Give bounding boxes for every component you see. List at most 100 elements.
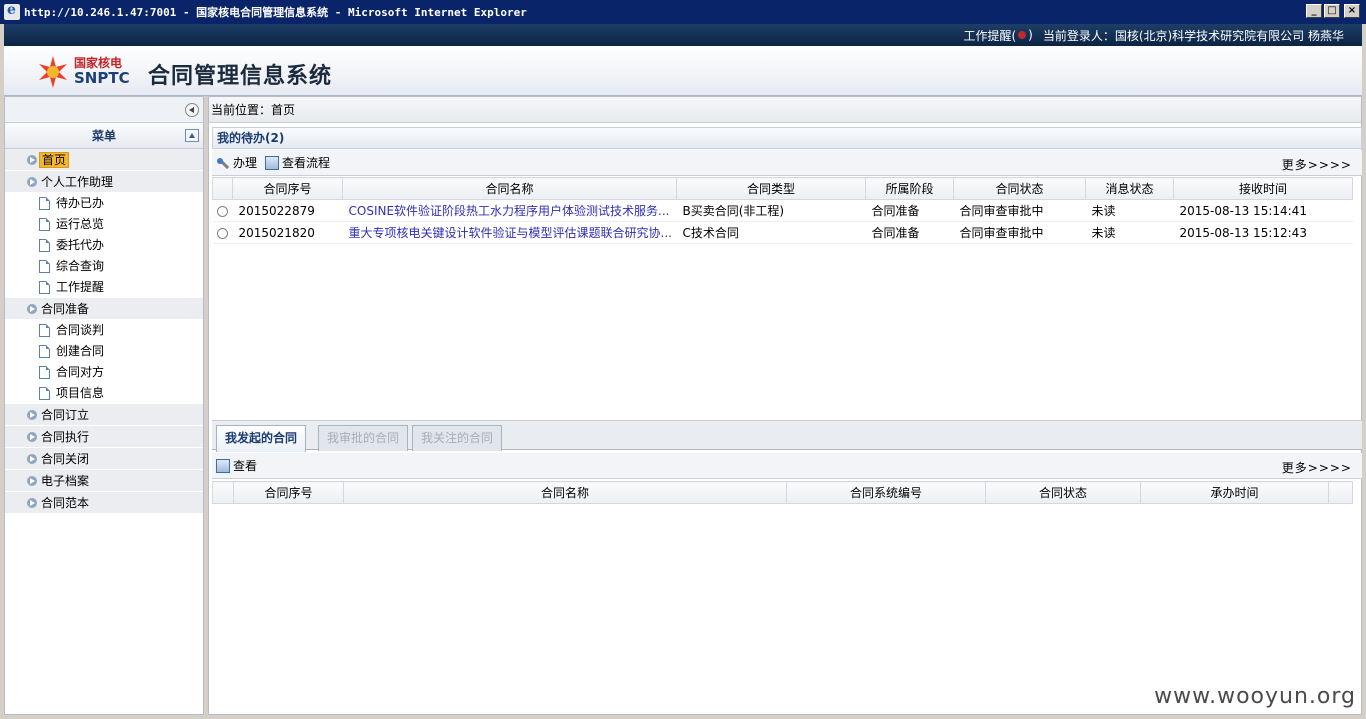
cell-contract-type: B买卖合同(非工程) [676, 199, 866, 222]
table-row[interactable]: 2015022879 COSINE软件验证阶段热工水力程序用户体验测试技术服务.… [212, 199, 1353, 222]
collapse-left-icon[interactable] [185, 103, 199, 117]
arrow-right-icon [27, 454, 37, 464]
col-status[interactable]: 合同状态 [985, 481, 1141, 504]
menu-item-negotiate[interactable]: 合同谈判 [5, 320, 203, 341]
tab-my-approved[interactable]: 我审批的合同 [318, 425, 409, 451]
reminder-dot-icon [1018, 31, 1027, 39]
cell-status: 合同审查审批中 [953, 199, 1086, 222]
menu-item-todo-done[interactable]: 待办已办 [5, 193, 203, 214]
col-contract-type[interactable]: 合同类型 [676, 177, 866, 200]
arrow-right-icon [27, 304, 37, 314]
col-msg-status[interactable]: 消息状态 [1085, 177, 1174, 200]
current-user: 当前登录人：国核(北京)科学技术研究院有限公司 杨燕华 [1042, 28, 1344, 43]
col-stage[interactable]: 所属阶段 [865, 177, 954, 200]
todo-count: 2 [270, 131, 279, 145]
menu-item-query[interactable]: 综合查询 [5, 256, 203, 277]
col-contract-name[interactable]: 合同名称 [342, 177, 677, 200]
menu-item-delegate[interactable]: 委托代办 [5, 235, 203, 256]
menu-item-project[interactable]: 项目信息 [5, 383, 203, 404]
sidebar: 菜单 首页 个人工作助理 待办已办 运行总览 委托代办 综合查询 工作提醒 合同… [4, 96, 204, 715]
menu-group-archive[interactable]: 电子档案 [5, 470, 203, 492]
ie-icon [4, 2, 20, 20]
menu-header: 菜单 [5, 123, 203, 149]
menu-group-execute[interactable]: 合同执行 [5, 426, 203, 448]
col-contract-name[interactable]: 合同名称 [343, 481, 787, 504]
table-row[interactable]: 2015021820 重大专项核电关键设计软件验证与模型评估课题联合研究协...… [212, 221, 1353, 244]
document-icon [39, 281, 50, 294]
menu-group-personal[interactable]: 个人工作助理 [5, 171, 203, 193]
menu-item-home[interactable]: 首页 [5, 149, 203, 171]
cell-receive-time: 2015-08-13 15:14:41 [1173, 199, 1353, 222]
work-reminder-link[interactable]: 工作提醒( ) [963, 27, 1032, 44]
menu-item-overview[interactable]: 运行总览 [5, 214, 203, 235]
document-icon [39, 387, 50, 400]
col-contract-no[interactable]: 合同序号 [233, 481, 344, 504]
cell-stage: 合同准备 [865, 199, 954, 222]
app-title: 合同管理信息系统 [148, 64, 333, 89]
col-status[interactable]: 合同状态 [953, 177, 1086, 200]
cell-contract-no: 2015021820 [232, 221, 343, 244]
arrow-right-icon [27, 476, 37, 486]
menu-item-reminder[interactable]: 工作提醒 [5, 277, 203, 298]
close-button[interactable]: × [1344, 4, 1360, 18]
todo-toolbar: 办理 查看流程 更多>>>> [212, 150, 1362, 176]
cell-msg-status: 未读 [1085, 199, 1174, 222]
window-titlebar: http://10.246.1.47:7001 - 国家核电合同管理信息系统 -… [0, 0, 1366, 24]
sidebar-collapse-row [5, 97, 203, 123]
window-title: http://10.246.1.47:7001 - 国家核电合同管理信息系统 -… [24, 6, 527, 19]
mine-toolbar: 查看 更多>>>> [212, 453, 1362, 479]
cell-receive-time: 2015-08-13 15:12:43 [1173, 221, 1353, 244]
todo-table-header: 合同序号 合同名称 合同类型 所属阶段 合同状态 消息状态 接收时间 [212, 177, 1353, 200]
col-handle-time[interactable]: 承办时间 [1140, 481, 1329, 504]
contract-tabs: 我发起的合同 我审批的合同 我关注的合同 [212, 420, 1362, 452]
document-icon [39, 218, 50, 231]
collapse-up-icon[interactable] [185, 129, 199, 142]
contract-name-link[interactable]: COSINE软件验证阶段热工水力程序用户体验测试技术服务... [342, 199, 677, 222]
menu-list: 首页 个人工作助理 待办已办 运行总览 委托代办 综合查询 工作提醒 合同准备 … [5, 149, 203, 514]
todo-more-link[interactable]: 更多>>>> [1282, 156, 1352, 173]
cell-msg-status: 未读 [1085, 221, 1174, 244]
watermark: www.wooyun.org [1154, 684, 1356, 709]
col-receive-time[interactable]: 接收时间 [1173, 177, 1353, 200]
cell-status: 合同审查审批中 [953, 221, 1086, 244]
window-icon [216, 458, 230, 473]
row-radio[interactable] [217, 205, 228, 217]
tab-my-initiated[interactable]: 我发起的合同 [216, 425, 307, 452]
document-icon [39, 345, 50, 358]
document-icon [39, 260, 50, 273]
menu-group-prepare[interactable]: 合同准备 [5, 298, 203, 320]
logo-text: 国家核电 SNPTC [74, 56, 130, 87]
document-icon [39, 324, 50, 337]
menu-group-template[interactable]: 合同范本 [5, 492, 203, 514]
row-radio[interactable] [217, 227, 228, 239]
mine-table-header: 合同序号 合同名称 合同系统编号 合同状态 承办时间 [212, 481, 1353, 504]
arrow-right-icon [27, 432, 37, 442]
mine-more-link[interactable]: 更多>>>> [1282, 459, 1352, 476]
breadcrumb: 当前位置：首页 [209, 97, 1361, 123]
window-icon [265, 155, 280, 170]
menu-item-create[interactable]: 创建合同 [5, 341, 203, 362]
col-system-no[interactable]: 合同系统编号 [786, 481, 986, 504]
handle-button[interactable]: 办理 [216, 154, 257, 171]
todo-table: 合同序号 合同名称 合同类型 所属阶段 合同状态 消息状态 接收时间 20150… [212, 177, 1353, 244]
contract-name-link[interactable]: 重大专项核电关键设计软件验证与模型评估课题联合研究协... [342, 221, 677, 244]
col-contract-no[interactable]: 合同序号 [232, 177, 343, 200]
minimize-button[interactable]: _ [1306, 4, 1322, 18]
tools-icon [216, 156, 230, 170]
view-button[interactable]: 查看 [216, 457, 257, 474]
tab-my-followed[interactable]: 我关注的合同 [412, 425, 503, 451]
cell-contract-no: 2015022879 [232, 199, 343, 222]
document-icon [39, 239, 50, 252]
arrow-right-icon [27, 410, 37, 420]
cell-stage: 合同准备 [865, 221, 954, 244]
menu-group-close[interactable]: 合同关闭 [5, 448, 203, 470]
todo-panel-title: 我的待办(2) [212, 127, 1362, 149]
menu-item-counterparty[interactable]: 合同对方 [5, 362, 203, 383]
view-flow-button[interactable]: 查看流程 [265, 154, 330, 171]
arrow-right-icon [27, 177, 37, 187]
brand-banner: 国家核电 SNPTC 合同管理信息系统 [4, 46, 1362, 96]
snptc-logo-icon [39, 56, 67, 88]
menu-group-sign[interactable]: 合同订立 [5, 404, 203, 426]
arrow-right-icon [27, 498, 37, 508]
maximize-button[interactable]: □ [1324, 4, 1340, 18]
